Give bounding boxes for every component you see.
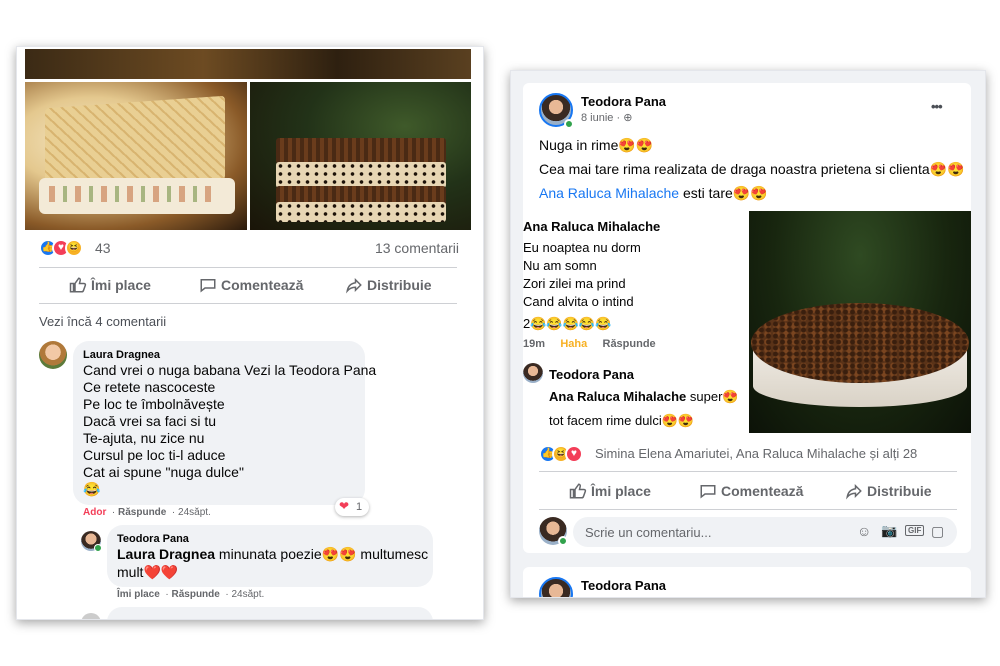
thumbs-up-icon [569, 483, 587, 499]
reply-bubble: Teodora Pana Laura Dragnea minunata poez… [107, 525, 433, 587]
camera-icon[interactable]: 📷 [881, 523, 897, 539]
divider [39, 267, 457, 268]
post-text-line1: Nuga in rime😍😍 [539, 137, 654, 153]
avatar[interactable] [39, 341, 67, 369]
embedded-line: Cand alvita o intind [523, 294, 634, 309]
comment-bubble: Laura Dragnea Cand vrei o nuga babana Ve… [73, 341, 376, 505]
reply-text: Laura Dragnea minunata poezie😍😍 multumes… [117, 546, 429, 562]
comment-line: Cand vrei o nuga babana Vezi la Teodora … [83, 362, 377, 378]
emoji-icon[interactable]: ☺ [857, 523, 871, 539]
comment-meta: Ador · Răspunde · 24săpt. [83, 507, 211, 518]
next-post-card: Teodora Pana [523, 567, 971, 597]
reactions-summary[interactable]: 👍 ♥ 😆 43 13 comentarii [39, 237, 459, 259]
left-post-screenshot: 👍 ♥ 😆 43 13 comentarii Îmi place Comente… [16, 46, 484, 620]
embedded-comment-screenshot: Ana Raluca Mihalache Eu noaptea nu dorm … [523, 211, 745, 433]
heart-icon: ❤ [339, 499, 350, 513]
like-link[interactable]: Îmi place [117, 589, 160, 600]
reply-link[interactable]: Răspunde [118, 507, 166, 518]
thumbs-up-icon [69, 277, 87, 293]
comment-icon [200, 279, 216, 293]
top-photo-strip [25, 49, 471, 79]
like-button[interactable]: Îmi place [569, 479, 669, 503]
embedded-meta: 19m Haha Răspunde [523, 338, 656, 350]
love-reaction-icon: ♥ [565, 445, 583, 463]
share-button[interactable]: Distribuie [845, 479, 955, 503]
sticker-icon[interactable]: ▢ [931, 523, 944, 540]
like-button[interactable]: Îmi place [69, 273, 169, 297]
next-reply-bubble [107, 607, 433, 619]
comment-author[interactable]: Laura Dragnea [83, 349, 160, 361]
online-indicator [564, 119, 574, 129]
post-author[interactable]: Teodora Pana [581, 94, 666, 109]
reply-link[interactable]: Răspunde [171, 589, 219, 600]
comments-count[interactable]: 13 comentarii [375, 240, 459, 256]
mention-link[interactable]: Ana Raluca Mihalache [539, 185, 679, 201]
comment-input[interactable]: Scrie un comentariu... ☺ 📷 GIF ▢ [573, 517, 957, 547]
embedded-reply-text: Ana Raluca Mihalache super😍 [549, 389, 739, 404]
post-text-line3: Ana Raluca Mihalache esti tare😍😍 [539, 185, 768, 201]
avatar[interactable] [81, 613, 101, 619]
embedded-line: 2😂😂😂😂😂 [523, 316, 612, 331]
share-icon [346, 277, 362, 294]
comment-line: Pe loc te îmbolnăvește [83, 396, 225, 412]
haha-reaction-icon: 😆 [65, 239, 83, 257]
gif-icon[interactable]: GIF [905, 525, 925, 536]
comment-line: Ce retete nascoceste [83, 379, 216, 395]
divider [539, 509, 957, 510]
embedded-line: Zori zilei ma prind [523, 276, 626, 291]
comment-line: Dacă vrei sa faci si tu [83, 413, 217, 429]
comment-line: Te-ajuta, nu zice nu [83, 430, 205, 446]
online-indicator [94, 544, 102, 552]
post-date[interactable]: 8 iunie · ⊕ [581, 111, 632, 124]
mention-link[interactable]: Laura Dragnea [117, 546, 215, 562]
reactions-count: 43 [95, 240, 111, 256]
reply-text-line2: mult❤️❤️ [117, 564, 179, 580]
comment-button[interactable]: Comentează [199, 273, 319, 297]
comment-icon [700, 485, 716, 499]
embedded-reply-author: Teodora Pana [549, 367, 635, 382]
online-indicator [558, 536, 568, 546]
comment-reaction-badge[interactable]: ❤ 1 [335, 498, 369, 516]
right-post-screenshot: Teodora Pana 8 iunie · ⊕ ••• Nuga in rim… [510, 70, 986, 598]
ador-link[interactable]: Ador [83, 507, 106, 518]
divider [39, 303, 457, 304]
cake-photo[interactable] [749, 211, 971, 433]
share-button[interactable]: Distribuie [345, 273, 455, 297]
nougat-photo-right[interactable] [250, 82, 471, 230]
divider [539, 471, 957, 472]
embedded-line: Eu noaptea nu dorm [523, 240, 641, 255]
reply-meta: Îmi place · Răspunde · 24săpt. [117, 589, 265, 600]
view-more-comments[interactable]: Vezi încă 4 comentarii [39, 314, 166, 329]
post-card: Teodora Pana 8 iunie · ⊕ ••• Nuga in rim… [523, 83, 971, 553]
avatar [523, 363, 543, 383]
more-options-button[interactable]: ••• [931, 99, 943, 114]
share-icon [846, 483, 862, 500]
next-post-author[interactable]: Teodora Pana [581, 578, 666, 593]
embedded-reply-text2: tot facem rime dulci😍😍 [549, 413, 695, 428]
comment-button[interactable]: Comentează [699, 479, 819, 503]
embedded-author: Ana Raluca Mihalache [523, 219, 661, 234]
embedded-line: Nu am somn [523, 258, 597, 273]
post-text-line2: Cea mai tare rima realizata de draga noa… [539, 161, 965, 177]
globe-icon: ⊕ [623, 112, 633, 124]
comment-line: 😂 [83, 481, 101, 497]
reactors-text[interactable]: Simina Elena Amariutei, Ana Raluca Mihal… [595, 446, 917, 461]
nougat-photo-left[interactable] [25, 82, 247, 230]
comment-line: Cat ai spune "nuga dulce" [83, 464, 244, 480]
reply-author[interactable]: Teodora Pana [117, 533, 189, 545]
author-avatar[interactable] [539, 577, 573, 597]
comment-line: Cursul pe loc ti-l aduce [83, 447, 226, 463]
